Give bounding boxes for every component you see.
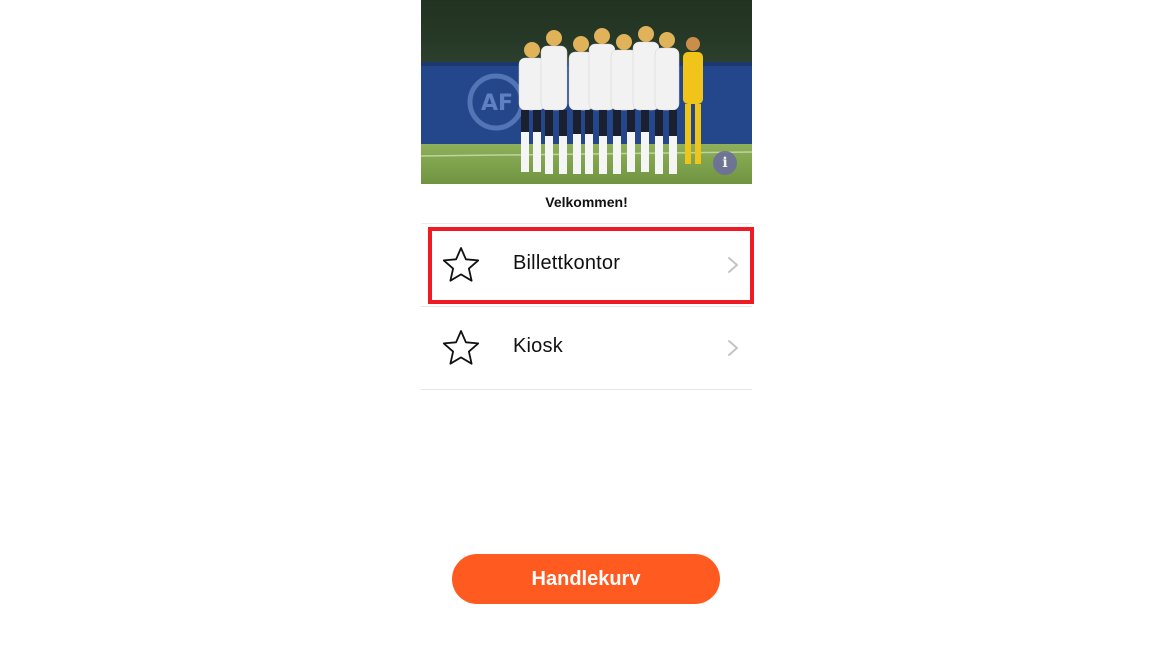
team-photo: AF xyxy=(421,0,752,184)
menu-item-label: Billettkontor xyxy=(513,252,621,274)
welcome-text: Velkommen! xyxy=(545,194,628,210)
menu-item-billettkontor[interactable]: Billettkontor xyxy=(421,224,752,307)
menu-item-label: Kiosk xyxy=(513,335,563,357)
page: AF i Velkommen! Billettkontor Kiosk Hand… xyxy=(0,0,1170,657)
info-icon[interactable]: i xyxy=(713,151,737,175)
svg-text:AF: AF xyxy=(481,91,513,116)
hero-image: AF i xyxy=(421,0,752,184)
chevron-right-icon xyxy=(728,340,738,356)
star-icon xyxy=(442,247,480,282)
star-icon xyxy=(442,330,480,365)
chevron-right-icon xyxy=(728,257,738,273)
menu-item-kiosk[interactable]: Kiosk xyxy=(421,307,752,390)
cart-button[interactable]: Handlekurv xyxy=(452,554,720,604)
